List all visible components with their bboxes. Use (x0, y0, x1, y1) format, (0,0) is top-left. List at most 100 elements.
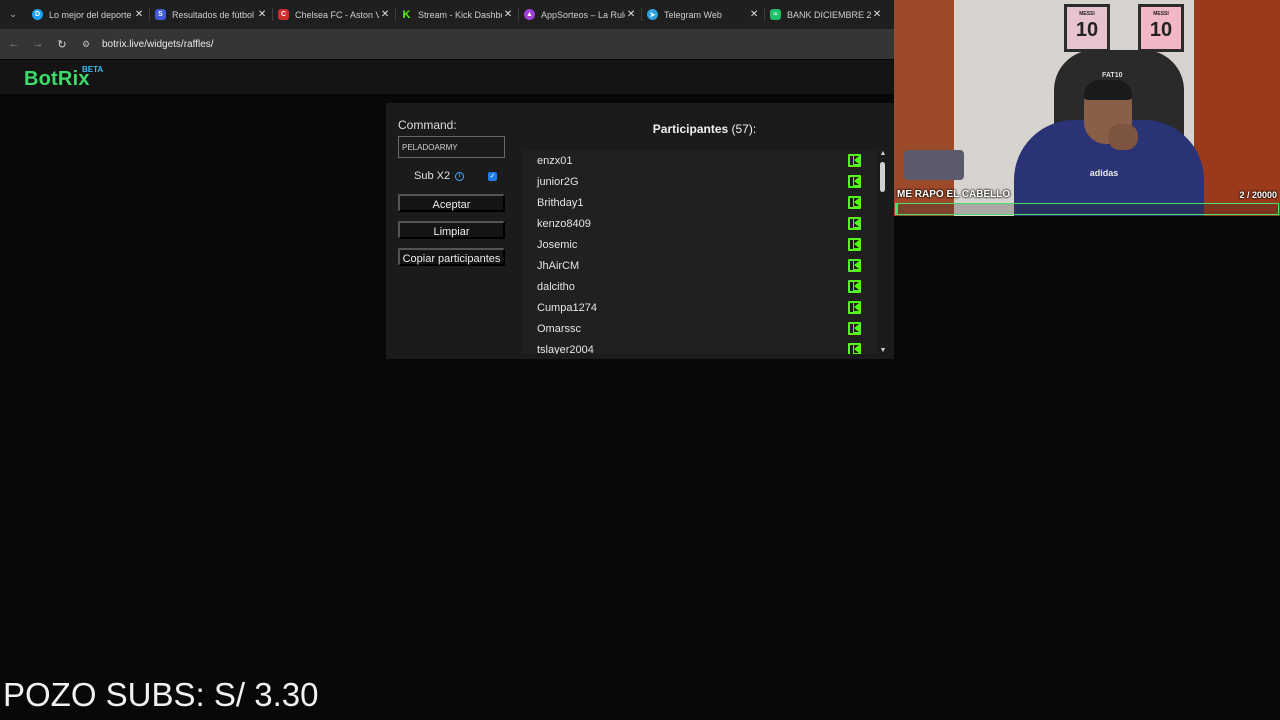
close-icon[interactable]: ✕ (502, 9, 514, 20)
participant-row: enzx01 (522, 150, 877, 171)
streamer-hand (1108, 124, 1138, 150)
tab-title: Resultados de fútbol (172, 9, 255, 20)
kick-icon (848, 322, 861, 335)
site-info-icon[interactable]: ⚙ (82, 39, 96, 50)
scroll-up-icon[interactable]: ▲ (879, 150, 887, 157)
participant-name: tslayer2004 (537, 343, 594, 355)
browser-tab[interactable]: S Resultados de fútbol ✕ (149, 0, 272, 29)
accept-button[interactable]: Aceptar (398, 194, 505, 212)
back-icon[interactable]: ← (2, 29, 26, 59)
jersey-number: 10 (1075, 19, 1099, 41)
raffle-controls: Command: Sub X2 i ✓ Aceptar Limpiar Copi… (398, 118, 508, 266)
browser-tab[interactable]: D Lo mejor del deporte ✕ (26, 0, 149, 29)
kick-icon (848, 343, 861, 354)
jersey-name: MESSI (1079, 11, 1095, 17)
participants-scrollbar[interactable]: ▲ ▼ (878, 150, 887, 354)
browser-tab[interactable]: ➤ Telegram Web ✕ (641, 0, 764, 29)
subx2-label: Sub X2 (414, 170, 451, 182)
tab-title: Chelsea FC - Aston V (295, 9, 380, 20)
kick-icon (848, 217, 861, 230)
participants-panel: Participantes (57): enzx01 junior2G Brithd… (522, 103, 894, 359)
goal-count: 2 / 20000 (1239, 190, 1277, 200)
participant-name: JhAirCM (537, 259, 580, 272)
participant-row: Cumpa1274 (522, 297, 877, 318)
raffle-widget: Command: Sub X2 i ✓ Aceptar Limpiar Copi… (386, 103, 894, 359)
botrix-logo[interactable]: BotRix (24, 68, 90, 91)
close-icon[interactable]: ✕ (379, 9, 391, 20)
telegram-icon: ➤ (647, 9, 658, 20)
tab-search-chevron-icon[interactable]: ⌄ (0, 0, 26, 29)
tab-title: BANK DICIEMBRE 2D (787, 9, 872, 20)
tab-title: Lo mejor del deporte (49, 9, 132, 20)
kick-icon (848, 259, 861, 272)
kick-icon (848, 196, 861, 209)
beta-badge: BETA (82, 65, 104, 74)
globe-icon: D (32, 9, 43, 20)
participant-name: dalcitho (537, 280, 575, 293)
close-icon[interactable]: ✕ (625, 9, 637, 20)
tab-title: AppSorteos – La Rule (541, 9, 626, 20)
chelsea-icon: C (278, 9, 289, 20)
goal-text: ME RAPO EL CABELLO (897, 189, 1011, 200)
participant-row: Brithday1 (522, 192, 877, 213)
participants-count: (57): (731, 122, 757, 136)
room-door-right (1194, 0, 1280, 216)
subx2-row: Sub X2 i ✓ (398, 168, 508, 184)
participant-name: Cumpa1274 (537, 301, 597, 314)
kick-icon (848, 175, 861, 188)
info-icon[interactable]: i (455, 171, 465, 181)
s-icon: S (155, 9, 166, 20)
close-icon[interactable]: ✕ (871, 9, 883, 20)
close-icon[interactable]: ✕ (133, 9, 145, 20)
appsorteos-icon: ▲ (524, 9, 535, 20)
tab-title: Stream - Kick Dashbo (418, 9, 503, 20)
kick-icon (848, 238, 861, 251)
tab-title: Telegram Web (664, 9, 722, 20)
participant-name: junior2G (537, 175, 579, 188)
browser-tab[interactable]: K Stream - Kick Dashbo ✕ (395, 0, 518, 29)
kick-icon (848, 280, 861, 293)
goal-progress-fill (896, 204, 898, 214)
close-icon[interactable]: ✕ (748, 9, 760, 20)
jersey-number: 10 (1149, 19, 1173, 41)
jersey-frame: MESSI 10 (1064, 4, 1110, 52)
hoodie-logo: adidas (1089, 168, 1119, 178)
address-bar: ← → ↻ ⚙ botrix.live/widgets/raffles/ (0, 29, 894, 59)
browser-tab[interactable]: C Chelsea FC - Aston V ✕ (272, 0, 395, 29)
sub-goal-bar: ME RAPO EL CABELLO 2 / 20000 (894, 186, 1280, 216)
url-field[interactable]: ⚙ botrix.live/widgets/raffles/ (76, 33, 876, 55)
reload-icon[interactable]: ↻ (50, 29, 74, 59)
scroll-thumb[interactable] (880, 162, 885, 192)
screen: ⌄ D Lo mejor del deporte ✕ S Resultados … (0, 0, 1280, 720)
jersey-name: MESSI (1153, 11, 1169, 17)
participant-name: kenzo8409 (537, 217, 591, 230)
participants-title: Participantes (652, 122, 729, 136)
participant-row: tslayer2004 (522, 339, 877, 354)
participant-name: enzx01 (537, 154, 573, 167)
chair-label: FAT10 (1102, 72, 1123, 79)
participant-row: kenzo8409 (522, 213, 877, 234)
clear-button[interactable]: Limpiar (398, 221, 505, 239)
forward-icon[interactable]: → (26, 29, 50, 59)
pozo-subs-text: POZO SUBS: S/ 3.30 (3, 676, 319, 713)
participant-row: dalcitho (522, 276, 877, 297)
participant-name: Josemic (537, 238, 578, 251)
copy-participants-button[interactable]: Copiar participantes (398, 248, 505, 266)
command-input[interactable] (398, 136, 505, 158)
subx2-checkbox[interactable]: ✓ (488, 171, 498, 181)
kick-icon (848, 301, 861, 314)
browser-tab[interactable]: ≈ BANK DICIEMBRE 2D ✕ (764, 0, 887, 29)
url-text: botrix.live/widgets/raffles/ (102, 38, 214, 50)
participant-row: Omarssc (522, 318, 877, 339)
webcam-overlay: MESSI 10 MESSI 10 FAT10 adidas (894, 0, 1280, 216)
room-door-left (894, 0, 954, 216)
browser-tab[interactable]: ▲ AppSorteos – La Rule ✕ (518, 0, 641, 29)
participants-list[interactable]: enzx01 junior2G Brithday1 kenzo8409 Josemic J… (522, 150, 877, 354)
desk-item (904, 150, 964, 180)
kick-icon: K (401, 8, 412, 21)
participant-row: JhAirCM (522, 255, 877, 276)
scroll-down-icon[interactable]: ▼ (879, 347, 887, 354)
sheets-icon: ≈ (770, 9, 781, 20)
streamer-hair (1084, 80, 1132, 100)
close-icon[interactable]: ✕ (256, 9, 268, 20)
